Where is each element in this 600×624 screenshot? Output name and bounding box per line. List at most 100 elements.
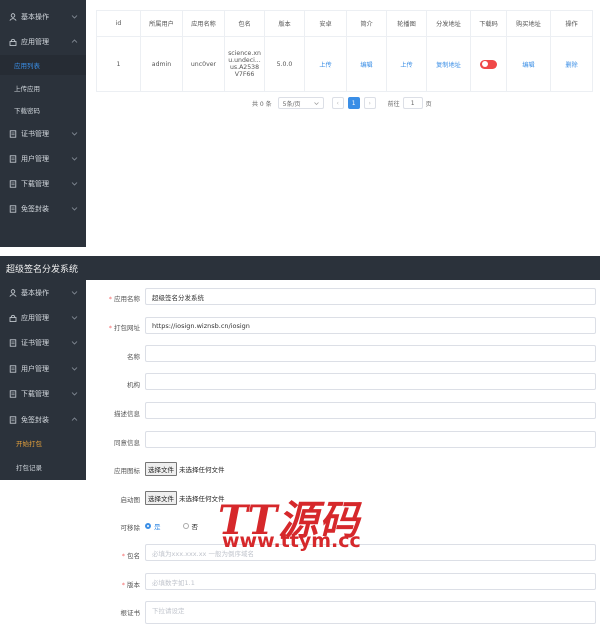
chevron-down-icon: [71, 207, 78, 211]
nav-app-mgmt[interactable]: 应用管理: [0, 31, 86, 53]
pagination: 共 0 条 5条/页 ‹ 1 › 前往 1 页: [252, 96, 432, 110]
pack-url-input[interactable]: https://iosign.wiznsb.cn/iosign: [145, 317, 596, 334]
splash-label: 启动图: [120, 496, 141, 504]
removable-radio-group: 是 否: [145, 521, 198, 531]
cell-user: admin: [140, 36, 183, 92]
version-label: * 版本: [92, 579, 140, 589]
cert-select[interactable]: 下拉请设定: [145, 601, 596, 624]
bundle-line: science.xn: [228, 50, 261, 57]
col-header: 所属用户: [140, 10, 183, 37]
col-header: 分发地址: [426, 10, 471, 37]
nav-basic-ops[interactable]: 基本操作: [0, 6, 86, 28]
subnav-upload-app[interactable]: 上传应用: [0, 78, 86, 98]
separator: [0, 247, 600, 256]
col-header: id: [96, 10, 141, 37]
label-text: 版本: [127, 581, 140, 589]
required-mark: *: [121, 552, 125, 560]
buy-url-edit-link[interactable]: 编辑: [522, 62, 534, 69]
goto-label: 前往: [387, 100, 400, 108]
nav-app-mgmt[interactable]: 应用管理: [0, 307, 86, 329]
cell-dist-url: 复制地址: [426, 36, 471, 92]
doc-icon: [8, 416, 17, 425]
page-1-button[interactable]: 1: [347, 97, 360, 109]
nav-label: 用户管理: [21, 155, 49, 163]
bundle-line: V7F66: [234, 71, 255, 78]
pack-url-label: * 打包网址: [92, 322, 140, 332]
cell-bundle: science.xn u.undeci... us.A2538 V7F66: [224, 36, 265, 92]
goto-input[interactable]: 1: [402, 97, 423, 109]
chevron-down-icon: [71, 291, 78, 295]
subnav-pack-records[interactable]: 打包记录: [0, 457, 86, 477]
sidebar-blank: [0, 480, 86, 624]
subnav-app-list[interactable]: 应用列表: [0, 55, 86, 75]
android-upload-link[interactable]: 上传: [319, 62, 331, 69]
nav-free-sign[interactable]: 免签封装: [0, 409, 86, 431]
nav-basic-ops[interactable]: 基本操作: [0, 282, 86, 304]
doc-icon: [8, 390, 17, 399]
nav-cert-mgmt[interactable]: 证书管理: [0, 123, 86, 145]
col-header: 版本: [264, 10, 305, 37]
desc-label: 描述信息: [114, 410, 140, 418]
nav-free-sign[interactable]: 免签封装: [0, 198, 86, 220]
nav-download-mgmt[interactable]: 下载管理: [0, 173, 86, 195]
nav-label: 免签封装: [21, 205, 49, 213]
consent-label: 同意信息: [114, 439, 140, 447]
org-input[interactable]: [145, 373, 596, 390]
chevron-up-icon: [71, 39, 78, 43]
nav-user-mgmt[interactable]: 用户管理: [0, 358, 86, 380]
download-code-toggle[interactable]: [480, 59, 497, 69]
app-title-bar: 超级签名分发系统: [0, 256, 600, 280]
watermark-url: www.ttym.cc: [222, 530, 361, 552]
cell-intro: 编辑: [346, 36, 387, 92]
radio-no[interactable]: [182, 523, 189, 529]
app-name-input[interactable]: 超级签名分发系统: [145, 288, 596, 305]
intro-edit-link[interactable]: 编辑: [360, 62, 372, 69]
bundle-label: * 包名: [92, 550, 140, 560]
doc-icon: [8, 205, 17, 214]
choose-file-button[interactable]: 选择文件: [145, 462, 177, 476]
label-text: 应用名称: [114, 295, 140, 303]
cell-download-code: [470, 36, 507, 92]
nav-cert-mgmt[interactable]: 证书管理: [0, 332, 86, 354]
col-header: 包名: [224, 10, 265, 37]
cell-android: 上传: [304, 36, 347, 92]
page-suffix: 页: [425, 100, 432, 108]
copy-url-link[interactable]: 复制地址: [436, 62, 461, 69]
cell-app-name: unc0ver: [182, 36, 225, 92]
subnav-download-password[interactable]: 下载密码: [0, 100, 86, 120]
chevron-down-icon: [71, 392, 78, 396]
nav-label: 应用管理: [21, 314, 49, 322]
chevron-down-icon: [71, 367, 78, 371]
desc-input[interactable]: [145, 402, 596, 419]
next-page-button[interactable]: ›: [363, 97, 376, 109]
app-name-label: * 应用名称: [92, 293, 140, 303]
nav-download-mgmt[interactable]: 下载管理: [0, 383, 86, 405]
chevron-down-icon: [71, 15, 78, 19]
col-header: 安卓: [304, 10, 347, 37]
cert-label: 根证书: [120, 609, 141, 617]
label-text: 包名: [127, 552, 140, 560]
doc-icon: [8, 130, 17, 139]
consent-input[interactable]: [145, 431, 596, 448]
version-input[interactable]: 必填数字如1.1: [145, 573, 596, 590]
carousel-upload-link[interactable]: 上传: [400, 62, 412, 69]
bundle-line: u.undeci...: [228, 57, 261, 64]
icon-file-picker: 选择文件 未选择任何文件: [145, 462, 225, 476]
app-title: 超级签名分发系统: [6, 264, 79, 275]
bundle-input[interactable]: 必填为xxx.xxx.xx 一般为倒序域名: [145, 544, 596, 561]
name-input[interactable]: [145, 345, 596, 362]
page-size-select[interactable]: 5条/页: [277, 97, 324, 109]
no-file-text: 未选择任何文件: [179, 466, 225, 474]
chevron-down-icon: [71, 182, 78, 186]
choose-file-button[interactable]: 选择文件: [145, 491, 177, 505]
bottom-sidebar: 基本操作 应用管理 证书管理 用户管理 下载管理 免签封装 开始打包 打包记录: [0, 280, 86, 480]
required-mark: *: [108, 324, 112, 332]
subnav-start-pack[interactable]: 开始打包: [0, 433, 86, 453]
nav-user-mgmt[interactable]: 用户管理: [0, 148, 86, 170]
cell-action: 删除: [550, 36, 593, 92]
radio-yes[interactable]: [145, 523, 151, 529]
label-text: 打包网址: [114, 324, 140, 332]
radio-no-label: 否: [191, 523, 199, 531]
prev-page-button[interactable]: ‹: [331, 97, 344, 109]
delete-link[interactable]: 删除: [565, 62, 577, 69]
